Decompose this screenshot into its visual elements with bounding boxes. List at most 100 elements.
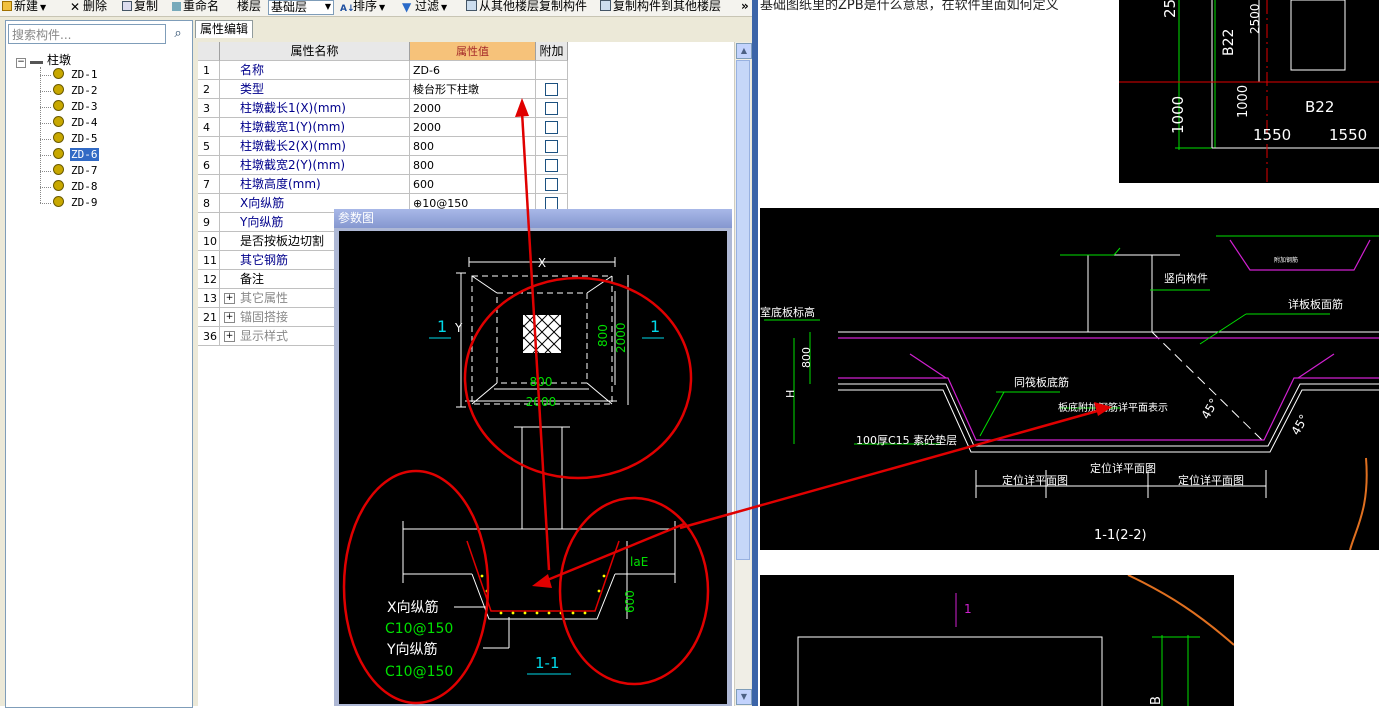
property-name: 柱墩高度(mm) — [220, 175, 410, 194]
row-number: 3 — [198, 99, 220, 118]
label-2000-vertical: 2000 — [614, 322, 628, 353]
add-checkbox[interactable] — [545, 121, 558, 134]
table-row[interactable]: 5 柱墩截长2(X)(mm) 800 — [198, 137, 570, 156]
cad2-label-pos2: 定位详平面图 — [1090, 461, 1156, 475]
cad1-t7: 1550 — [1253, 126, 1291, 144]
property-add-cell — [536, 137, 568, 156]
copy-from-floor-button[interactable]: 从其他楼层复制构件 — [466, 0, 587, 15]
tree-root-zhudun[interactable]: − 柱墩 — [16, 52, 71, 68]
param-diagram-canvas: X Y 1 1 800 2000 800 2000 laE 600 X向纵筋 C… — [339, 231, 727, 704]
cad2-orange-curve — [1349, 457, 1368, 551]
cad3-label-b: B — [1149, 696, 1164, 705]
tree-item-zd-3[interactable]: ZD-3 — [53, 100, 99, 114]
tree-item-label: ZD-2 — [71, 84, 98, 97]
cad2-label-floor: 室底板标高 — [760, 305, 815, 319]
search-input[interactable]: 搜索构件... — [8, 24, 166, 44]
window-splitter[interactable] — [752, 0, 758, 706]
row-number: 11 — [198, 251, 220, 270]
scroll-thumb[interactable] — [736, 60, 750, 560]
new-button[interactable]: 新建 ▼ — [2, 0, 46, 15]
cad-dim — [1113, 247, 1121, 256]
row-number: 6 — [198, 156, 220, 175]
row-number: 7 — [198, 175, 220, 194]
tree-line — [40, 139, 51, 140]
property-name-text: Y向纵筋 — [240, 215, 284, 229]
add-checkbox[interactable] — [545, 159, 558, 172]
tree-line — [40, 107, 51, 108]
collapse-icon[interactable]: − — [16, 58, 26, 68]
copy-to-floor-button[interactable]: 复制构件到其他楼层 — [600, 0, 721, 15]
cad-rebar — [1297, 353, 1335, 379]
param-dialog-title[interactable]: 参数图 — [334, 209, 732, 228]
row-number: 12 — [198, 270, 220, 289]
table-row[interactable]: 6 柱墩截宽2(Y)(mm) 800 — [198, 156, 570, 175]
add-checkbox[interactable] — [545, 140, 558, 153]
tree-item-label: ZD-3 — [71, 100, 98, 113]
label-600: 600 — [623, 590, 637, 613]
filter-button[interactable]: ▼ 过滤 ▼ — [402, 0, 447, 15]
delete-button[interactable]: ✕ 删除 — [70, 0, 107, 15]
add-checkbox[interactable] — [545, 178, 558, 191]
cad3-svg: 1 B — [797, 574, 1235, 709]
cad-drawing-bottom: 1 B — [760, 574, 1235, 709]
cad2-label-pos3: 定位详平面图 — [1178, 473, 1244, 487]
property-value[interactable]: ZD-6 — [410, 61, 536, 80]
tree-item-zd-5[interactable]: ZD-5 — [53, 132, 99, 146]
property-value[interactable]: 2000 — [410, 118, 536, 137]
property-value[interactable]: 2000 — [410, 99, 536, 118]
cad1-t4: 1000 — [1169, 96, 1187, 134]
label-section-right: 1 — [650, 317, 660, 336]
property-value[interactable]: 棱台形下柱墩 — [410, 80, 536, 99]
tree-item-zd-2[interactable]: ZD-2 — [53, 84, 99, 98]
scroll-down-icon[interactable]: ▼ — [736, 689, 752, 705]
cad2-label-same: 同筏板底筋 — [1014, 375, 1069, 389]
expand-icon[interactable]: + — [224, 331, 235, 342]
tree-item-zd-6[interactable]: ZD-6 — [53, 148, 99, 162]
tree-item-zd-1[interactable]: ZD-1 — [53, 68, 99, 82]
table-row[interactable]: 1 名称 ZD-6 — [198, 61, 570, 80]
filter-icon: ▼ — [402, 0, 412, 14]
tree-item-zd-9[interactable]: ZD-9 — [53, 196, 99, 210]
expand-icon[interactable]: + — [224, 293, 235, 304]
tree-item-zd-4[interactable]: ZD-4 — [53, 116, 99, 130]
cad1-t6: B22 — [1305, 98, 1334, 116]
tree-line — [40, 67, 41, 203]
rebar-dots — [480, 574, 606, 615]
cad-rect — [1290, 0, 1346, 71]
tree-item-zd-7[interactable]: ZD-7 — [53, 164, 99, 178]
label-y: Y — [454, 321, 463, 335]
property-scrollbar[interactable]: ▲ ▼ — [734, 42, 752, 706]
property-value[interactable]: 800 — [410, 156, 536, 175]
tab-property-edit[interactable]: 属性编辑 — [195, 20, 253, 38]
tree-line — [40, 171, 51, 172]
table-row[interactable]: 2 类型 棱台形下柱墩 — [198, 80, 570, 99]
tree-item-zd-8[interactable]: ZD-8 — [53, 180, 99, 194]
sort-button[interactable]: A↓排序 ▼ — [340, 0, 385, 15]
cad1-t1: 25 — [1161, 0, 1179, 18]
cad1-t8: 1550 — [1329, 126, 1367, 144]
table-row[interactable]: 7 柱墩高度(mm) 600 — [198, 175, 570, 194]
table-row[interactable]: 4 柱墩截宽1(Y)(mm) 2000 — [198, 118, 570, 137]
tree-line — [40, 203, 51, 204]
add-checkbox[interactable] — [545, 83, 558, 96]
property-value[interactable]: 600 — [410, 175, 536, 194]
search-icon[interactable]: ⌕ — [168, 24, 188, 44]
rename-button[interactable]: 重命名 — [172, 0, 219, 15]
add-checkbox[interactable] — [545, 102, 558, 115]
copy-button[interactable]: 复制 — [122, 0, 158, 15]
copy-icon — [122, 1, 132, 11]
property-value[interactable]: 800 — [410, 137, 536, 156]
property-name-text: 其它钢筋 — [240, 253, 289, 267]
expand-icon[interactable]: + — [224, 312, 235, 323]
label-lae: laE — [630, 555, 648, 569]
label-xbar: X向纵筋 — [387, 599, 439, 616]
gear-icon — [53, 100, 64, 111]
label-2000-horizontal: 2000 — [526, 395, 557, 409]
toolbar-overflow-button[interactable]: » — [741, 0, 749, 15]
scroll-up-icon[interactable]: ▲ — [736, 43, 752, 59]
pier-corner-line — [586, 275, 613, 294]
floor-select[interactable]: 基础层 ▼ — [268, 0, 334, 15]
property-add-cell — [536, 175, 568, 194]
cad1-svg: 25 2500 B22 1000 1000 B22 1550 1550 — [1119, 0, 1379, 183]
table-row[interactable]: 3 柱墩截长1(X)(mm) 2000 — [198, 99, 570, 118]
